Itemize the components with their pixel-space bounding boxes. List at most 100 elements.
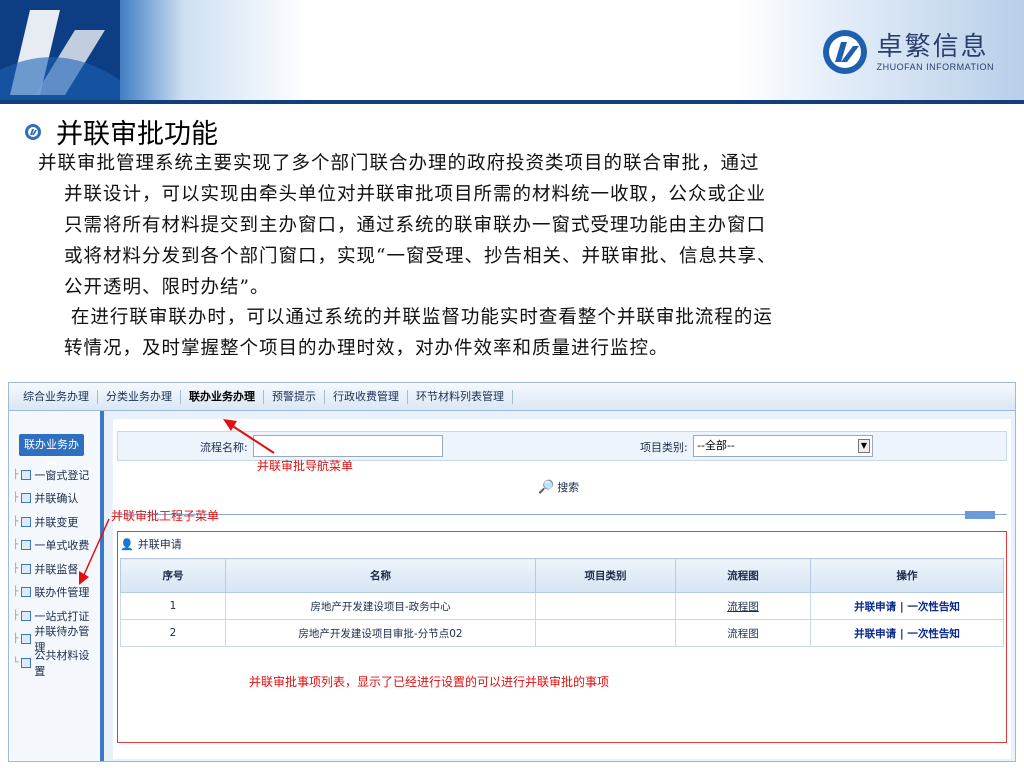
search-button-label: 搜索	[557, 481, 580, 494]
tree-connector-icon: ├	[13, 516, 19, 527]
document-icon	[21, 493, 32, 504]
brand: 卓繁信息 ZHUOFAN INFORMATION	[821, 28, 994, 76]
sidebar-item-case-manage[interactable]: ├ 联办件管理	[13, 581, 100, 605]
sidebar-list: ├ 一窗式登记 ├ 并联确认 ├ 并联变更 ├ 一单式收费 ├ 并联监督 ├ 联办件管理 ├…	[13, 463, 100, 678]
paragraph-line: 只需将所有材料提交到主办窗口，通过系统的联审联办一窗式受理功能由主办窗口	[64, 215, 767, 236]
cell-no: 1	[120, 592, 226, 620]
tree-connector-icon: └	[13, 657, 19, 668]
paragraph-line: 公开透明、限时办结”。	[64, 277, 270, 298]
document-icon	[21, 610, 32, 621]
document-icon	[21, 657, 32, 668]
search-form: 流程名称: 项目类别: --全部-- ▼	[117, 431, 1007, 461]
sidebar-item-common-materials[interactable]: └ 公共材料设置	[13, 649, 100, 678]
tree-connector-icon: ├	[13, 610, 19, 621]
document-icon	[21, 469, 32, 480]
brand-name-cn: 卓繁信息	[876, 32, 989, 62]
tree-connector-icon: ├	[13, 469, 19, 480]
table-row: 1 房地产开发建设项目-政务中心 流程图 并联申请 | 一次性告知	[120, 592, 1004, 620]
project-type-label: 项目类别:	[640, 441, 688, 454]
tree-connector-icon: ├	[13, 587, 19, 598]
sidebar: 联办业务办理 ├ 一窗式登记 ├ 并联确认 ├ 并联变更 ├ 一单式收费 ├ 并联监督 ├…	[9, 411, 104, 761]
main-panel: 流程名称: 项目类别: --全部-- ▼ 🔎 搜索 👤 并联申请 序号 名称 项…	[113, 419, 1011, 759]
paragraph-line: 并联审批管理系统主要实现了多个部门联合办理的政府投资类项目的联合审批，通过	[38, 153, 760, 174]
flow-name-input[interactable]	[253, 435, 443, 457]
cell-name: 房地产开发建设项目审批-分节点02	[225, 619, 536, 647]
header-banner: 卓繁信息 ZHUOFAN INFORMATION	[0, 0, 1024, 104]
sidebar-item-confirm[interactable]: ├ 并联确认	[13, 487, 100, 511]
list-header: 👤 并联申请	[120, 536, 182, 552]
col-header-op: 操作	[810, 558, 1004, 593]
document-icon	[21, 563, 32, 574]
nav-item-general[interactable]: 综合业务办理	[15, 389, 98, 404]
top-nav: 综合业务办理 分类业务办理 联办业务办理 预警提示 行政收费管理 环节材料列表管…	[9, 383, 1015, 411]
nav-item-materials[interactable]: 环节材料列表管理	[408, 389, 513, 404]
project-type-value: --全部--	[697, 439, 735, 452]
annotation-nav-menu: 并联审批导航菜单	[257, 459, 354, 473]
sidebar-item-label: 联办件管理	[34, 586, 90, 600]
operation-links[interactable]: 并联申请 | 一次性告知	[854, 628, 960, 640]
nav-item-category[interactable]: 分类业务办理	[98, 389, 181, 404]
col-header-no: 序号	[120, 558, 226, 593]
document-icon	[21, 587, 32, 598]
tree-connector-icon: ├	[13, 493, 19, 504]
document-icon	[21, 516, 32, 527]
cell-type	[535, 619, 676, 647]
document-icon	[21, 634, 32, 645]
paragraph-line: 或将材料分发到各个部门窗口，实现“一窗受理、抄告相关、并联审批、信息共享、	[64, 246, 777, 267]
nav-item-joint[interactable]: 联办业务办理	[181, 389, 264, 404]
annotation-list-desc: 并联审批事项列表，显示了已经进行设置的可以进行并联审批的事项	[249, 675, 610, 689]
collapse-bar	[117, 511, 1007, 520]
paragraph-line: 并联设计，可以实现由牵头单位对并联审批项目所需的材料统一收取，公众或企业	[64, 184, 767, 205]
flow-name-label: 流程名称:	[200, 441, 248, 454]
flow-chart-link[interactable]: 流程图	[727, 601, 759, 613]
table-row: 2 房地产开发建设项目审批-分节点02 流程图 并联申请 | 一次性告知	[120, 619, 1004, 647]
brand-logo-icon	[822, 30, 867, 74]
slide-title: 并联审批功能	[56, 119, 218, 150]
col-header-flow: 流程图	[675, 558, 811, 593]
sidebar-item-window-register[interactable]: ├ 一窗式登记	[13, 463, 100, 487]
paragraph-monitor: 在进行联审联办时，可以通过系统的并联监督功能实时查看整个并联审批流程的运 转情况…	[38, 302, 998, 364]
document-icon	[21, 540, 32, 551]
sidebar-item-change[interactable]: ├ 并联变更	[13, 510, 100, 534]
bullet-icon	[25, 123, 41, 140]
sidebar-item-label: 一站式打证	[34, 609, 90, 623]
nav-item-fees[interactable]: 行政收费管理	[325, 389, 408, 404]
cell-no: 2	[120, 619, 226, 647]
sidebar-header-button[interactable]: 联办业务办理	[19, 434, 84, 473]
sidebar-item-label: 并联变更	[34, 515, 79, 529]
operation-links[interactable]: 并联申请 | 一次性告知	[854, 601, 960, 613]
sidebar-item-label: 一窗式登记	[34, 468, 90, 482]
sidebar-item-label: 并联确认	[34, 492, 79, 506]
sidebar-item-label: 公共材料设置	[34, 648, 90, 678]
project-type-select[interactable]: --全部-- ▼	[693, 435, 873, 457]
search-icon: 🔎	[538, 479, 555, 495]
user-icon: 👤	[120, 537, 134, 551]
sidebar-item-supervise[interactable]: ├ 并联监督	[13, 557, 100, 581]
joint-list-panel: 👤 并联申请 序号 名称 项目类别 流程图 操作 1 房地产开发建设项目-政务中…	[117, 531, 1007, 743]
paragraph-intro: 并联审批管理系统主要实现了多个部门联合办理的政府投资类项目的联合审批，通过 并联…	[38, 148, 998, 303]
tree-connector-icon: ├	[13, 634, 19, 645]
tree-connector-icon: ├	[13, 540, 19, 551]
list-header-label: 并联申请	[137, 538, 182, 551]
sidebar-item-label: 一单式收费	[34, 539, 90, 553]
annotation-sub-menu: 并联审批工程子菜单	[111, 509, 220, 523]
app-screenshot: 综合业务办理 分类业务办理 联办业务办理 预警提示 行政收费管理 环节材料列表管…	[8, 382, 1016, 762]
tree-connector-icon: ├	[13, 563, 19, 574]
decorative-logo-icon	[0, 0, 120, 104]
search-button[interactable]: 🔎 搜索	[538, 479, 579, 495]
sidebar-item-fee[interactable]: ├ 一单式收费	[13, 534, 100, 558]
chevron-down-icon: ▼	[858, 439, 870, 453]
sidebar-item-label: 并联监督	[34, 562, 79, 576]
col-header-type: 项目类别	[535, 558, 676, 593]
paragraph-line: 转情况，及时掌握整个项目的办理时效，对办件效率和质量进行监控。	[64, 338, 669, 359]
flow-chart-link[interactable]: 流程图	[727, 628, 759, 640]
cell-name: 房地产开发建设项目-政务中心	[225, 592, 536, 620]
slide-title-row: 并联审批功能	[24, 112, 218, 151]
col-header-name: 名称	[225, 558, 536, 593]
nav-item-warning[interactable]: 预警提示	[264, 389, 325, 404]
banner-divider	[0, 100, 1024, 104]
collapse-toggle[interactable]	[965, 511, 995, 519]
cell-type	[535, 592, 676, 620]
paragraph-line: 在进行联审联办时，可以通过系统的并联监督功能实时查看整个并联审批流程的运	[64, 307, 773, 328]
brand-name-en: ZHUOFAN INFORMATION	[876, 62, 994, 72]
